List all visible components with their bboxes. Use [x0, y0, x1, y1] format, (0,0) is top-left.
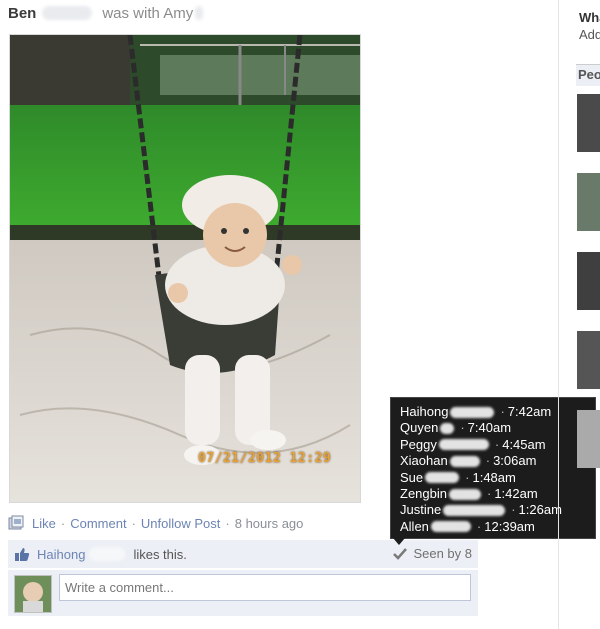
seen-time: 12:39am — [484, 518, 535, 534]
redacted-name — [438, 439, 489, 451]
sidebar-people-heading: Peo — [576, 64, 600, 86]
sidebar-person-photo[interactable] — [577, 410, 600, 468]
seen-time: 1:26am — [518, 502, 562, 518]
separator-dot: · — [511, 502, 516, 518]
seen-time: 3:06am — [493, 453, 537, 469]
seen-list-item: Haihong · 7:42am — [400, 404, 595, 420]
checkmark-icon — [393, 547, 408, 560]
seen-time: 4:45am — [502, 436, 546, 452]
right-sidebar: Wha Add Peo — [570, 0, 600, 629]
likes-row: Haihong likes this. Seen by 8 — [8, 540, 478, 568]
seen-list-item: Zengbin · 1:42am — [400, 486, 595, 502]
redacted-name — [449, 455, 480, 467]
redacted-name — [440, 423, 455, 435]
sidebar-person-photo[interactable] — [577, 94, 600, 152]
redacted-name — [195, 6, 204, 20]
sidebar-person-photo[interactable] — [577, 331, 600, 389]
seen-list-item: Justine · 1:26am — [400, 502, 595, 518]
post-timestamp[interactable]: 8 hours ago — [235, 516, 304, 531]
seen-by-label: Seen by 8 — [413, 546, 472, 561]
sidebar-subtitle[interactable]: Add — [579, 27, 600, 42]
seen-list-item: Peggy · 4:45am — [400, 437, 595, 453]
separator-dot: · — [465, 469, 470, 485]
redacted-name — [450, 406, 495, 418]
separator: · — [60, 515, 66, 531]
seen-time: 7:42am — [507, 404, 552, 419]
seen-list-item: Allen · 12:39am — [400, 519, 595, 535]
seen-person-name[interactable]: Peggy — [400, 437, 437, 453]
photo-illustration — [10, 35, 360, 502]
seen-person-name[interactable]: Haihong — [400, 404, 448, 420]
seen-person-name[interactable]: Sue — [400, 470, 423, 486]
liker-name-link[interactable]: Haihong — [37, 547, 85, 562]
seen-person-name[interactable]: Justine — [400, 502, 441, 518]
photo-date-stamp: 07/21/2012 12:29 — [198, 451, 332, 466]
redacted-name — [430, 521, 471, 533]
sidebar-person-photo[interactable] — [577, 173, 600, 231]
comment-row — [8, 570, 478, 616]
unfollow-post-link[interactable]: Unfollow Post — [141, 516, 220, 531]
sidebar-person-photo[interactable] — [577, 252, 600, 310]
sidebar-divider — [558, 0, 559, 629]
seen-by-indicator[interactable]: Seen by 8 — [393, 546, 472, 561]
seen-person-name[interactable]: Xiaohan — [400, 453, 448, 469]
sidebar-title: Wha — [579, 10, 600, 25]
post-author-link[interactable]: Ben — [8, 5, 36, 22]
seen-list-item: Xiaohan · 3:06am — [400, 453, 595, 469]
post-action-bar: Like · Comment · Unfollow Post · 8 hours… — [8, 514, 303, 532]
comment-input[interactable] — [59, 574, 471, 601]
redacted-name — [443, 505, 506, 517]
seen-time: 1:48am — [472, 469, 516, 485]
redacted-name — [89, 547, 126, 561]
seen-by-tooltip: Haihong · 7:42am Quyen · 7:40am Peggy · 4:45am Xi… — [390, 397, 596, 539]
separator: · — [225, 515, 230, 531]
redacted-name — [425, 472, 460, 484]
tooltip-tail — [393, 538, 405, 545]
seen-time: 7:40am — [467, 420, 512, 436]
separator: · — [131, 515, 136, 531]
separator-dot: · — [500, 404, 505, 419]
redacted-name — [448, 488, 481, 500]
seen-person-name[interactable]: Zengbin — [400, 486, 447, 502]
seen-person-name[interactable]: Allen — [400, 519, 429, 535]
avatar[interactable] — [14, 575, 52, 613]
comment-link[interactable]: Comment — [70, 516, 126, 531]
separator-dot: · — [460, 420, 465, 436]
avatar-image — [15, 576, 51, 612]
like-link[interactable]: Like — [32, 516, 56, 531]
separator-dot: · — [485, 453, 491, 469]
seen-person-name[interactable]: Quyen — [400, 420, 438, 436]
likes-text: likes this. — [133, 546, 187, 562]
redacted-name — [42, 6, 93, 20]
separator-dot: · — [486, 485, 492, 501]
thumbs-up-icon — [15, 547, 30, 561]
separator-dot: · — [494, 436, 500, 452]
post-photo[interactable]: 07/21/2012 12:29 — [9, 34, 361, 503]
photo-post-icon — [8, 515, 24, 530]
seen-list-item: Sue · 1:48am — [400, 470, 595, 486]
seen-time: 1:42am — [494, 485, 538, 501]
seen-list-item: Quyen · 7:40am — [400, 420, 595, 436]
separator-dot: · — [476, 518, 482, 534]
post-header: Ben was with Amy — [8, 2, 204, 24]
post-with-text: was with Amy — [102, 4, 194, 22]
